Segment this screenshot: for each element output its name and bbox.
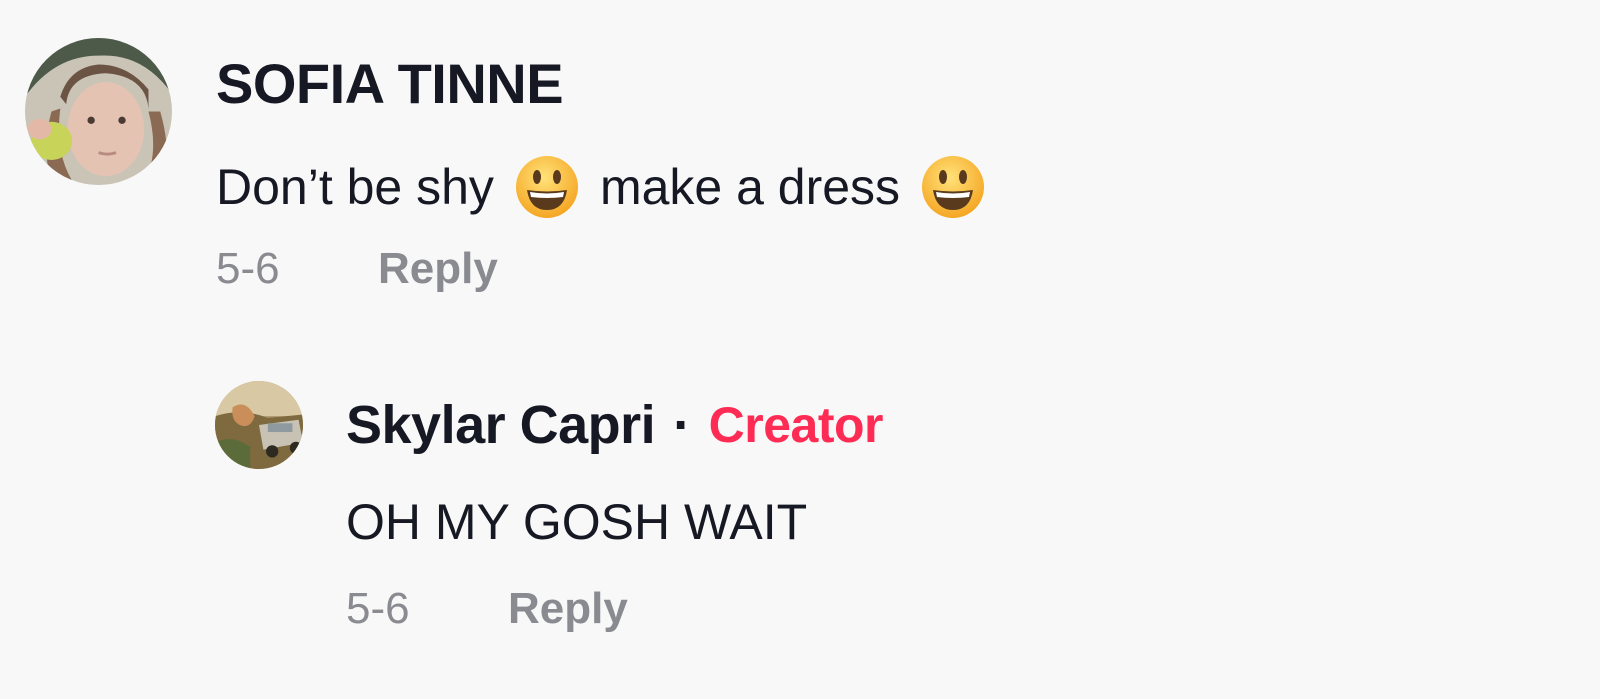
comment-username[interactable]: SOFIA TINNE — [216, 52, 986, 116]
creator-badge: Creator — [708, 397, 884, 453]
comments-panel: SOFIA TINNE Don’t be shy make a dress 5-… — [0, 0, 1600, 699]
avatar[interactable] — [25, 38, 172, 185]
comment-text-part: make a dress — [599, 159, 901, 215]
comment-username[interactable]: Skylar Capri — [346, 394, 656, 456]
reply-comment: Skylar Capri · Creator OH MY GOSH WAIT 5… — [346, 394, 884, 634]
avatar-photo-icon — [25, 38, 172, 185]
comment-date: 5-6 — [216, 244, 280, 293]
comment-meta: 5-6 Reply — [346, 584, 883, 634]
comment-text: Don’t be shy make a dress — [216, 152, 986, 222]
avatar-photo-icon — [215, 381, 303, 469]
comment-meta: 5-6 Reply — [216, 244, 986, 294]
smiling-face-emoji-icon — [920, 154, 986, 220]
comment-date: 5-6 — [346, 584, 410, 633]
smiling-face-emoji-icon — [514, 154, 580, 220]
comment-text: OH MY GOSH WAIT — [346, 494, 808, 550]
reply-button[interactable]: Reply — [508, 584, 628, 634]
reply-button[interactable]: Reply — [378, 244, 498, 294]
separator-dot: · — [673, 395, 691, 455]
comment-text-part: Don’t be shy — [216, 159, 494, 215]
avatar[interactable] — [215, 381, 303, 469]
comment-header: Skylar Capri · Creator — [346, 394, 884, 456]
comment: SOFIA TINNE Don’t be shy make a dress 5-… — [216, 52, 986, 294]
